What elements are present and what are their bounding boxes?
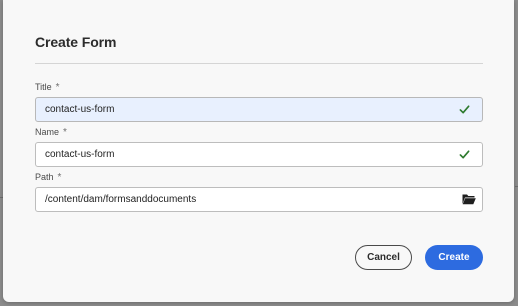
create-form-dialog: Create Form Title* Name* Path* Cancel Cr… bbox=[3, 0, 514, 302]
required-marker: * bbox=[63, 127, 67, 138]
folder-open-icon[interactable] bbox=[462, 193, 476, 205]
create-button[interactable]: Create bbox=[425, 245, 483, 270]
title-divider bbox=[35, 63, 483, 64]
required-marker: * bbox=[57, 172, 62, 183]
name-label-text: Name bbox=[35, 127, 60, 137]
checkmark-icon bbox=[459, 150, 470, 159]
name-field[interactable] bbox=[35, 142, 483, 167]
name-field-label: Name * bbox=[35, 127, 67, 138]
path-field[interactable] bbox=[35, 187, 483, 212]
title-label-text: Title bbox=[35, 82, 52, 92]
path-label-text: Path bbox=[35, 172, 54, 182]
path-field-label: Path * bbox=[35, 172, 61, 183]
title-field[interactable] bbox=[35, 97, 483, 122]
path-input[interactable] bbox=[36, 188, 455, 211]
checkmark-icon bbox=[459, 105, 470, 114]
title-input[interactable] bbox=[36, 98, 455, 121]
cancel-button[interactable]: Cancel bbox=[355, 245, 412, 270]
title-field-label: Title * bbox=[35, 82, 60, 93]
dialog-title: Create Form bbox=[35, 34, 117, 50]
name-input[interactable] bbox=[36, 143, 455, 166]
required-marker: * bbox=[55, 82, 60, 93]
